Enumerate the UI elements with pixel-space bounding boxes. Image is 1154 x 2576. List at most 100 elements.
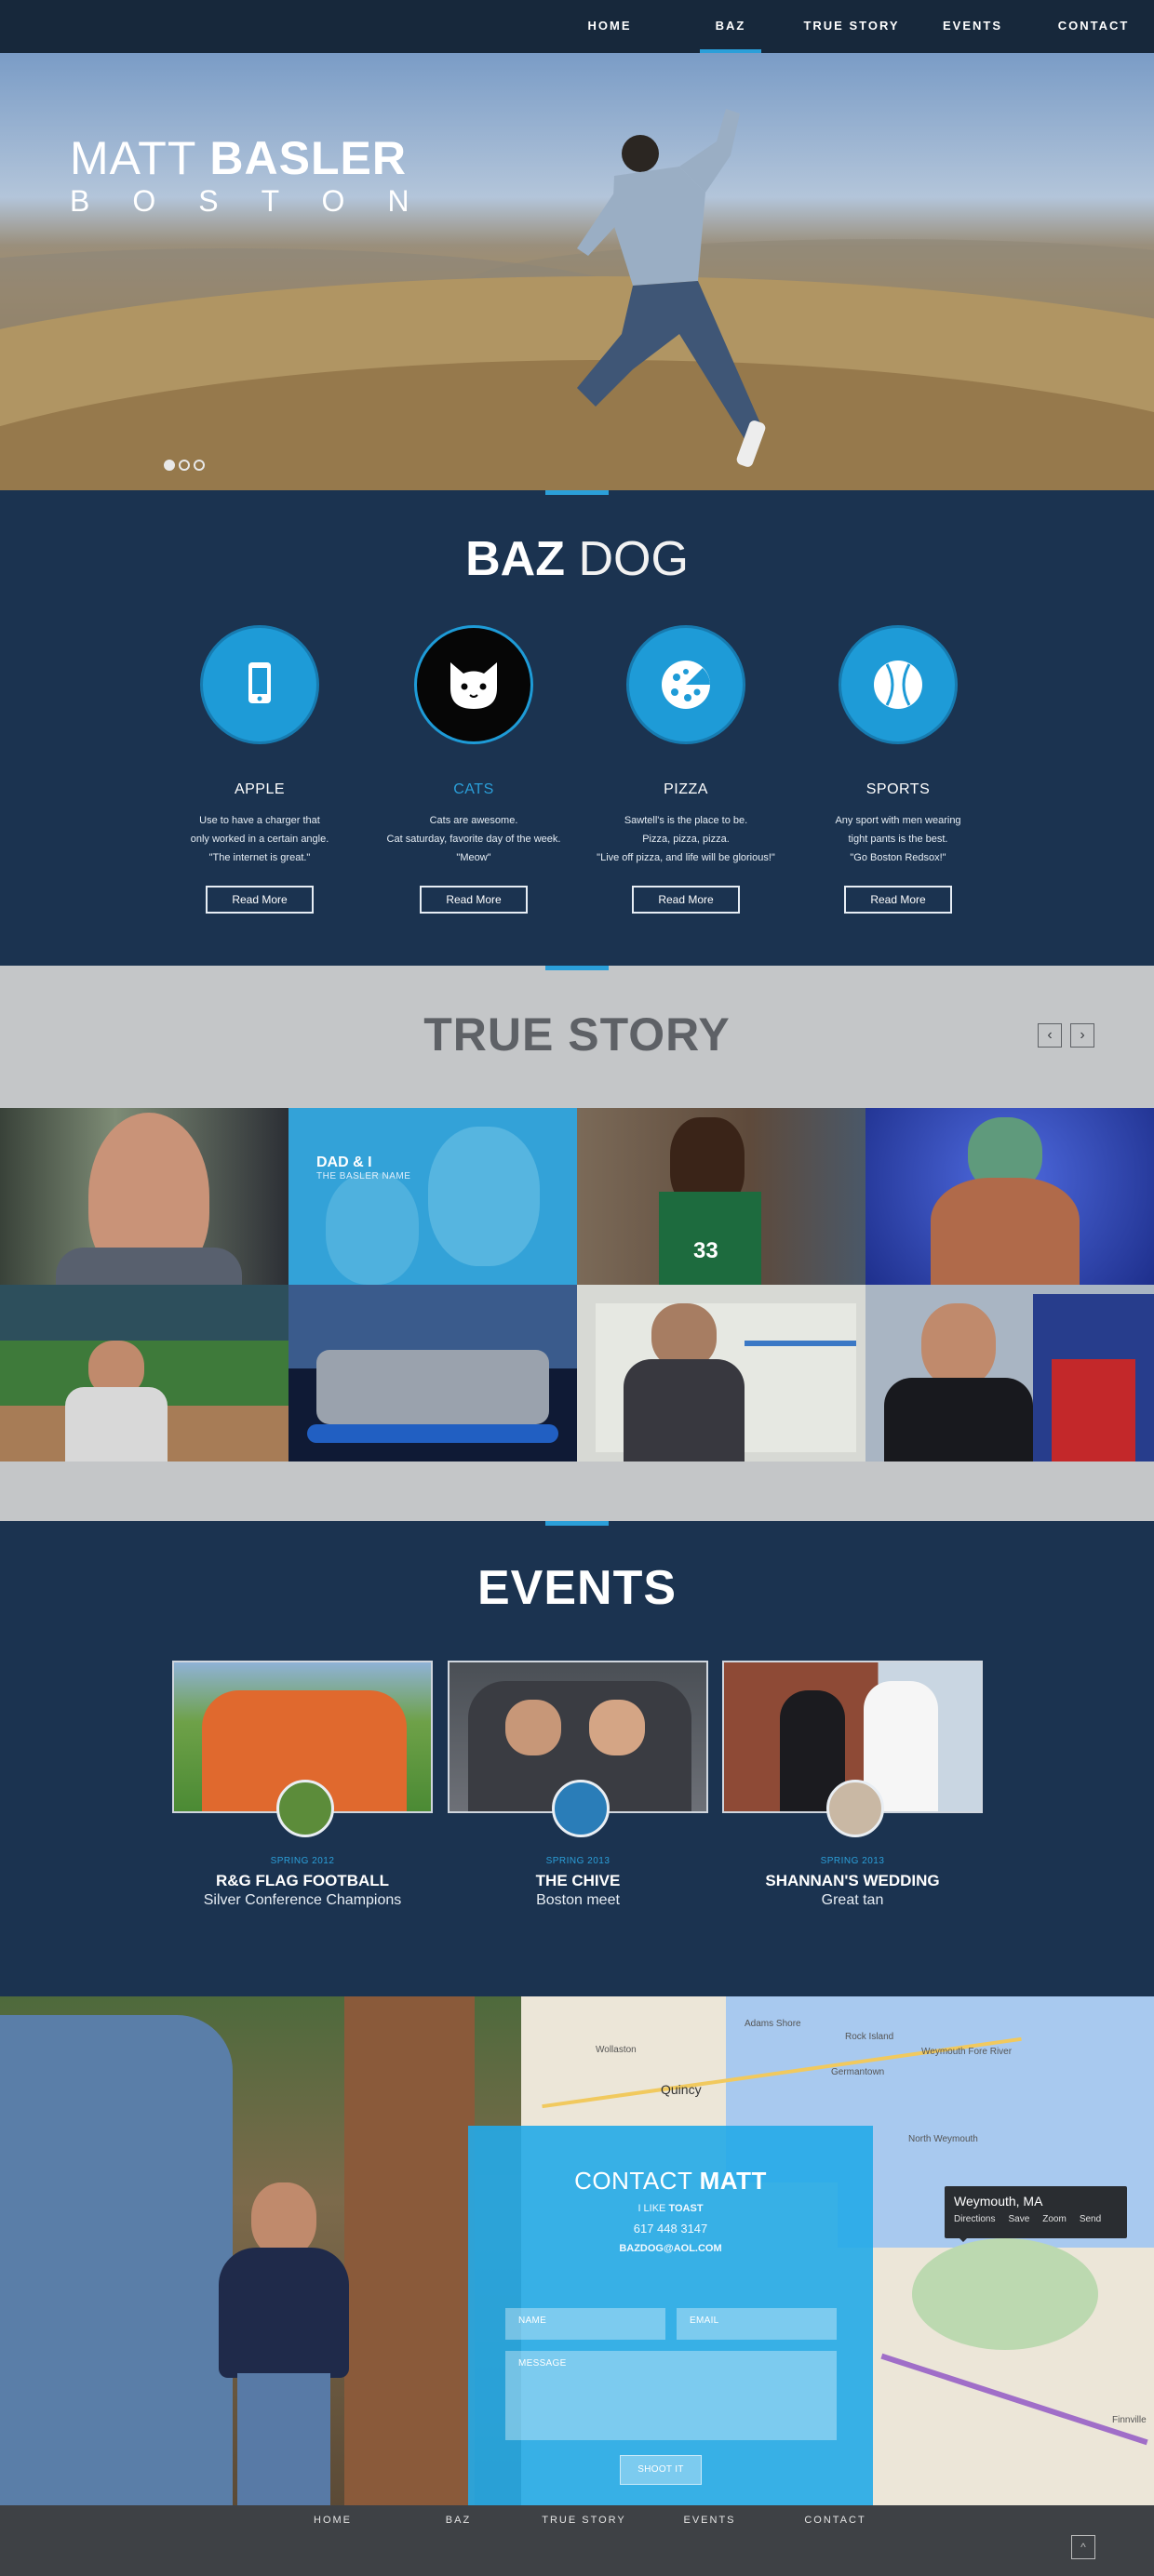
person-jeans xyxy=(237,2373,330,2505)
featured-tile-title: DAD & I xyxy=(316,1155,372,1170)
email-field[interactable]: EMAIL xyxy=(677,2308,837,2340)
contact-title-light: CONTACT xyxy=(574,2167,692,2195)
map-park xyxy=(912,2238,1098,2350)
map-info-popup: Weymouth, MA Directions Save Zoom Send xyxy=(945,2186,1127,2242)
event-avatar xyxy=(552,1780,610,1837)
map-label: Finnville xyxy=(1112,2415,1147,2425)
map-zoom-link[interactable]: Zoom xyxy=(1042,2214,1067,2224)
top-navigation: HOME BAZ TRUE STORY EVENTS CONTACT xyxy=(0,0,1154,53)
likes-line: I LIKE TOAST xyxy=(637,2203,704,2214)
event-subtitle: Great tan xyxy=(821,1892,884,1908)
nav-events[interactable]: EVENTS xyxy=(912,0,1033,53)
baz-dog-section: BAZ DOG APPLE Use to have a charger that… xyxy=(0,490,1154,966)
slider-dot-1[interactable] xyxy=(164,460,175,471)
contact-section: Quincy Adams Shore Rock Island Germantow… xyxy=(0,1996,1154,2505)
feature-description: Use to have a charger that only worked in… xyxy=(190,815,329,863)
phone-number: 617 448 3147 xyxy=(633,2222,708,2236)
event-date: SPRING 2013 xyxy=(820,1856,885,1866)
event-card[interactable]: SPRING 2013 SHANNAN'S WEDDING Great tan xyxy=(722,1661,983,1909)
contact-card: CONTACT MATT I LIKE TOAST 617 448 3147 B… xyxy=(468,2126,873,2505)
event-name: THE CHIVE xyxy=(535,1872,621,1889)
story-photo-ultimate-warrior[interactable] xyxy=(866,1108,1154,1285)
map-label: Quincy xyxy=(661,2082,702,2097)
nav-home[interactable]: HOME xyxy=(549,0,670,53)
map-label: Germantown xyxy=(831,2067,885,2077)
nav-true-story[interactable]: TRUE STORY xyxy=(791,0,912,53)
section-accent xyxy=(545,966,609,970)
slider-dot-2[interactable] xyxy=(179,460,190,471)
event-subtitle: Boston meet xyxy=(536,1892,620,1908)
feature-cats: CATS Cats are awesome. Cat saturday, favo… xyxy=(367,625,581,914)
story-photo-dad-and-i[interactable]: DAD & I THE BASLER NAME xyxy=(288,1108,577,1285)
story-photo-transformer[interactable] xyxy=(866,1285,1154,1462)
message-field[interactable]: MESSAGE xyxy=(505,2351,837,2440)
read-more-button[interactable]: Read More xyxy=(420,886,528,914)
event-name: R&G FLAG FOOTBALL xyxy=(215,1872,390,1889)
true-story-title: TRUE STORY xyxy=(423,1008,731,1061)
true-story-section: TRUE STORY ‹ › DAD & I THE BASLER NAME 3… xyxy=(0,966,1154,1521)
jumping-man-photo xyxy=(577,109,766,467)
footer-nav-home[interactable]: HOME xyxy=(270,2515,396,2526)
feature-description: Any sport with men wearing tight pants is… xyxy=(835,815,961,863)
footer-nav-events[interactable]: EVENTS xyxy=(647,2515,772,2526)
read-more-button[interactable]: Read More xyxy=(844,886,952,914)
read-more-button[interactable]: Read More xyxy=(206,886,314,914)
nav-contact[interactable]: CONTACT xyxy=(1033,0,1154,53)
footer: HOME BAZ TRUE STORY EVENTS CONTACT ^ xyxy=(0,2505,1154,2576)
map-directions-link[interactable]: Directions xyxy=(954,2214,995,2224)
event-subtitle: Silver Conference Champions xyxy=(203,1892,402,1908)
map-label: Rock Island xyxy=(845,2032,894,2042)
jersey-number: 33 xyxy=(693,1238,718,1263)
pizza-icon xyxy=(626,625,745,744)
feature-description: Sawtell's is the place to be. Pizza, pizz… xyxy=(597,815,775,863)
event-name: SHANNAN'S WEDDING xyxy=(765,1872,940,1889)
feature-description: Cats are awesome. Cat saturday, favorite … xyxy=(386,815,561,863)
map-popup-title: Weymouth, MA xyxy=(954,2194,1043,2209)
footer-nav-baz[interactable]: BAZ xyxy=(396,2515,521,2526)
nav-baz[interactable]: BAZ xyxy=(670,0,791,53)
footer-nav-true-story[interactable]: TRUE STORY xyxy=(521,2515,647,2526)
story-prev-button[interactable]: ‹ xyxy=(1038,1023,1062,1048)
event-card[interactable]: SPRING 2013 THE CHIVE Boston meet xyxy=(448,1661,708,1909)
contact-title: CONTACT MATT xyxy=(468,2167,873,2196)
baz-title: BAZ DOG xyxy=(0,531,1154,587)
submit-button[interactable]: SHOOT IT xyxy=(620,2455,702,2485)
hero-slider: MATT BASLER BOSTON xyxy=(0,53,1154,490)
feature-pizza: PIZZA Sawtell's is the place to be. Pizza… xyxy=(579,625,793,914)
map-save-link[interactable]: Save xyxy=(1008,2214,1029,2224)
map-label: Weymouth Fore River xyxy=(921,2047,1013,2057)
story-next-button[interactable]: › xyxy=(1070,1023,1094,1048)
back-to-top-button[interactable]: ^ xyxy=(1071,2535,1095,2559)
event-avatar xyxy=(276,1780,334,1837)
slider-dots xyxy=(164,460,205,471)
story-photo-subway-map[interactable] xyxy=(577,1285,866,1462)
hero-title: MATT BASLER BOSTON xyxy=(70,132,452,218)
contact-title-bold: MATT xyxy=(699,2167,767,2195)
read-more-button[interactable]: Read More xyxy=(632,886,740,914)
feature-title: CATS xyxy=(453,781,494,797)
name-field[interactable]: NAME xyxy=(505,2308,665,2340)
story-photo-fenway[interactable] xyxy=(0,1285,288,1462)
event-card[interactable]: SPRING 2012 R&G FLAG FOOTBALL Silver Con… xyxy=(172,1661,433,1909)
footer-nav-contact[interactable]: CONTACT xyxy=(772,2515,898,2526)
map-label: North Weymouth xyxy=(908,2134,978,2144)
feature-title: APPLE xyxy=(234,781,286,797)
redwood-trunk xyxy=(344,1996,475,2505)
slider-dot-3[interactable] xyxy=(194,460,205,471)
feature-title: SPORTS xyxy=(866,781,931,797)
story-photo-celtics-costume[interactable]: 33 xyxy=(577,1108,866,1285)
map-highway xyxy=(880,2353,1148,2446)
story-photo-delorean[interactable] xyxy=(288,1285,577,1462)
map-send-link[interactable]: Send xyxy=(1080,2214,1101,2224)
map-label: Adams Shore xyxy=(745,2019,801,2029)
person-head xyxy=(251,2182,316,2257)
featured-tile-subtitle: THE BASLER NAME xyxy=(316,1171,411,1181)
contact-photo xyxy=(0,1996,521,2505)
boston-hoodie xyxy=(219,2248,349,2378)
section-accent xyxy=(545,490,609,495)
story-photo-car-selfie[interactable] xyxy=(0,1108,288,1285)
events-section: EVENTS SPRING 2012 R&G FLAG FOOTBALL Sil… xyxy=(0,1521,1154,1996)
baseball-icon xyxy=(839,625,958,744)
phone-icon xyxy=(200,625,319,744)
events-title: EVENTS xyxy=(476,1561,678,1615)
